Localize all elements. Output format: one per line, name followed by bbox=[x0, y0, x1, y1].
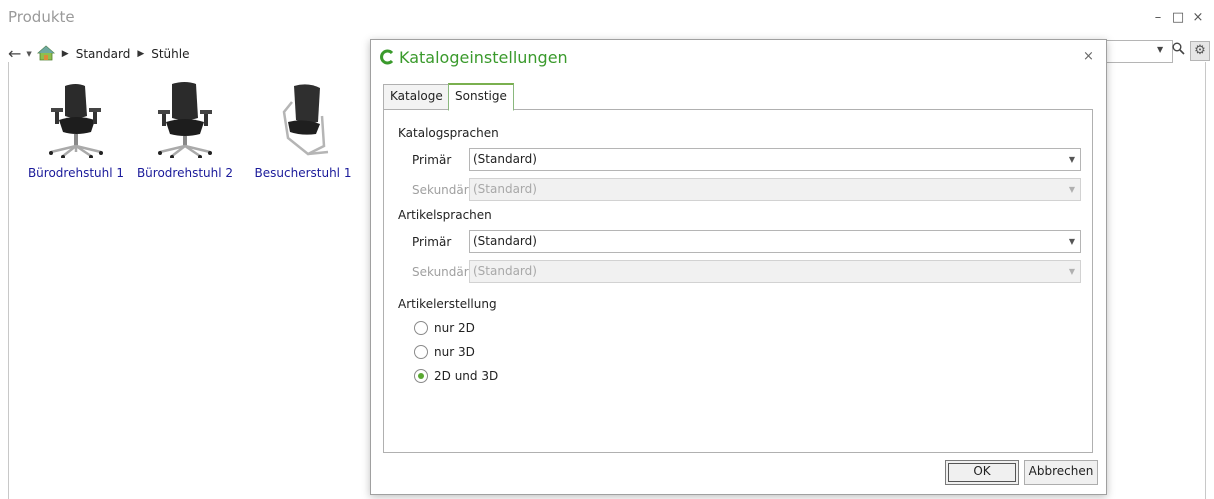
window-title: Produkte bbox=[8, 8, 75, 26]
maximize-button[interactable]: □ bbox=[1170, 10, 1186, 25]
breadcrumb-separator-icon: ▶ bbox=[137, 49, 145, 59]
content-border-right bbox=[1205, 62, 1206, 499]
arrow-left-icon[interactable]: ← bbox=[8, 46, 21, 62]
catalog-primary-language-select[interactable]: (Standard) ▼ bbox=[469, 148, 1081, 171]
chevron-down-icon: ▼ bbox=[1068, 237, 1075, 246]
select-value: (Standard) bbox=[473, 264, 537, 278]
chevron-down-icon: ▼ bbox=[1068, 185, 1075, 194]
select-value: (Standard) bbox=[473, 234, 537, 248]
radio-label: 2D und 3D bbox=[434, 369, 499, 383]
article-primary-language-select[interactable]: (Standard) ▼ bbox=[469, 230, 1081, 253]
section-heading-article-languages: Artikelsprachen bbox=[398, 208, 492, 222]
radio-button[interactable] bbox=[414, 321, 428, 335]
ok-button[interactable]: OK bbox=[945, 460, 1019, 485]
field-label-primary: Primär bbox=[412, 235, 452, 249]
search-icon[interactable] bbox=[1172, 42, 1186, 58]
product-item[interactable]: Bürodrehstuhl 1 bbox=[16, 82, 136, 180]
select-value: (Standard) bbox=[473, 182, 537, 196]
product-label[interactable]: Bürodrehstuhl 2 bbox=[125, 166, 245, 180]
office-chair-image bbox=[49, 84, 103, 158]
radio-label: nur 2D bbox=[434, 321, 475, 335]
catalog-secondary-language-select: (Standard) ▼ bbox=[469, 178, 1081, 201]
content-border-left bbox=[8, 62, 9, 499]
close-icon[interactable]: × bbox=[1083, 49, 1094, 64]
product-item[interactable]: Bürodrehstuhl 2 bbox=[125, 82, 245, 180]
tab-sonstige[interactable]: Sonstige bbox=[448, 83, 514, 111]
article-secondary-language-select: (Standard) ▼ bbox=[469, 260, 1081, 283]
product-label[interactable]: Bürodrehstuhl 1 bbox=[16, 166, 136, 180]
settings-button[interactable]: ⚙ bbox=[1190, 41, 1210, 61]
field-label-secondary: Sekundär bbox=[412, 265, 469, 279]
radio-button[interactable] bbox=[414, 345, 428, 359]
dialog-title: Katalogeinstellungen bbox=[399, 48, 568, 67]
chevron-down-icon[interactable]: ▼ bbox=[26, 50, 31, 58]
office-chair-image bbox=[158, 82, 212, 158]
radio-button-checked[interactable] bbox=[414, 369, 428, 383]
search-dropdown-icon[interactable]: ▼ bbox=[1157, 45, 1163, 54]
breadcrumb-separator-icon: ▶ bbox=[61, 49, 69, 59]
catalog-settings-dialog: Katalogeinstellungen × Kataloge Sonstige… bbox=[370, 39, 1107, 495]
radio-option-3d[interactable]: nur 3D bbox=[414, 345, 475, 359]
radio-option-2d[interactable]: nur 2D bbox=[414, 321, 475, 335]
app-logo-icon bbox=[380, 49, 394, 65]
breadcrumb-item-standard[interactable]: Standard bbox=[76, 47, 131, 61]
gear-icon: ⚙ bbox=[1194, 43, 1206, 58]
home-icon[interactable] bbox=[36, 44, 55, 64]
chevron-down-icon: ▼ bbox=[1068, 155, 1075, 164]
breadcrumb-item-stuehle[interactable]: Stühle bbox=[151, 47, 189, 61]
select-value: (Standard) bbox=[473, 152, 537, 166]
section-heading-catalog-languages: Katalogsprachen bbox=[398, 126, 499, 140]
section-heading-article-creation: Artikelerstellung bbox=[398, 297, 497, 311]
radio-label: nur 3D bbox=[434, 345, 475, 359]
tab-kataloge[interactable]: Kataloge bbox=[383, 84, 450, 110]
radio-option-2d-and-3d[interactable]: 2D und 3D bbox=[414, 369, 498, 383]
close-window-button[interactable]: × bbox=[1190, 10, 1206, 25]
visitor-chair-image bbox=[282, 84, 329, 156]
field-label-primary: Primär bbox=[412, 153, 452, 167]
navigation-toolbar: ← ▼ ▶ Standard ▶ Stühle bbox=[8, 44, 189, 64]
field-label-secondary: Sekundär bbox=[412, 183, 469, 197]
product-label[interactable]: Besucherstuhl 1 bbox=[243, 166, 363, 180]
cancel-button[interactable]: Abbrechen bbox=[1024, 460, 1098, 485]
minimize-button[interactable]: – bbox=[1150, 10, 1166, 25]
tab-panel-sonstige: Katalogsprachen Primär (Standard) ▼ Seku… bbox=[383, 109, 1093, 453]
chevron-down-icon: ▼ bbox=[1068, 267, 1075, 276]
product-item[interactable]: Besucherstuhl 1 bbox=[243, 82, 363, 180]
